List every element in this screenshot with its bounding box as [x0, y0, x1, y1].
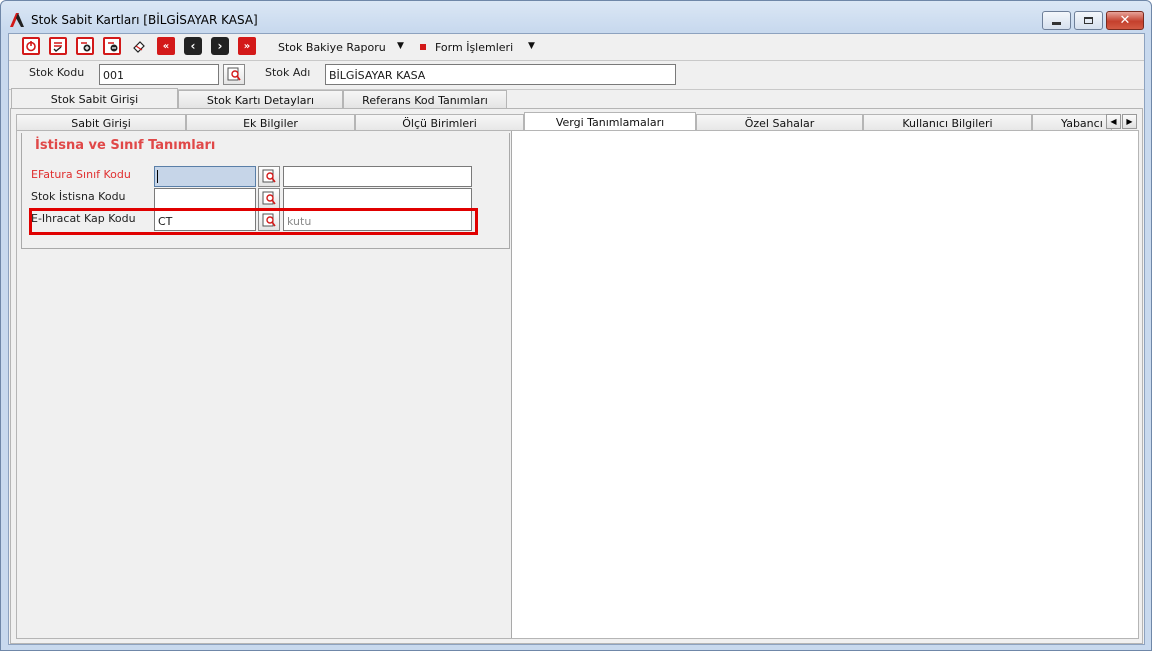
delete-record-icon — [108, 42, 118, 52]
power-icon — [26, 41, 36, 52]
efatura-sinif-kodu-lookup-button[interactable] — [258, 166, 280, 187]
highlight-frame — [29, 208, 478, 235]
arrow-left-icon: ◀ — [1110, 117, 1117, 126]
efatura-sinif-kodu-label: EFatura Sınıf Kodu — [31, 168, 131, 181]
tab-referans-kod-tanimlari[interactable]: Referans Kod Tanımları — [343, 90, 507, 108]
group-title: İstisna ve Sınıf Tanımları — [35, 138, 216, 153]
close-icon: ✕ — [1119, 13, 1131, 28]
tab-yabanci-dil[interactable]: Yabancı Dil — [1032, 114, 1112, 131]
tab-olcu-birimleri[interactable]: Ölçü Birimleri — [355, 114, 524, 131]
stok-istisna-kodu-input[interactable] — [154, 188, 256, 209]
left-pane: İstisna ve Sınıf Tanımları EFatura Sınıf… — [17, 131, 512, 638]
chevron-down-icon[interactable]: ▼ — [528, 41, 535, 51]
istisna-group: İstisna ve Sınıf Tanımları EFatura Sınıf… — [21, 133, 510, 249]
maximize-button[interactable] — [1074, 11, 1103, 30]
sub-tabs: Sabit Girişi Ek Bilgiler Ölçü Birimleri … — [16, 112, 1142, 132]
chevron-down-icon[interactable]: ▼ — [397, 41, 404, 51]
stok-adi-label: Stok Adı — [265, 66, 311, 79]
toolbar: « ‹ › » Stok Bakiye Raporu ▼ Form İşleml… — [9, 34, 1144, 60]
minimize-icon — [1052, 22, 1061, 25]
first-record-button[interactable]: « — [157, 37, 175, 55]
app-logo-icon — [10, 13, 24, 27]
tab-sabit-girisi[interactable]: Sabit Girişi — [16, 114, 186, 131]
stok-adi-input[interactable]: BİLGİSAYAR KASA — [325, 64, 676, 85]
checklist-button[interactable] — [49, 37, 67, 55]
next-record-icon: › — [217, 39, 223, 53]
tab-stok-karti-detaylari[interactable]: Stok Kartı Detayları — [178, 90, 343, 108]
first-record-icon: « — [162, 40, 170, 52]
search-icon — [262, 191, 276, 205]
next-record-button[interactable]: › — [211, 37, 229, 55]
delete-record-button[interactable] — [103, 37, 121, 55]
close-button[interactable]: ✕ — [1106, 11, 1144, 30]
efatura-sinif-kodu-input[interactable] — [154, 166, 256, 187]
tab-ek-bilgiler[interactable]: Ek Bilgiler — [186, 114, 355, 131]
header-fields: Stok Kodu 001 Stok Adı BİLGİSAYAR KASA — [9, 60, 1144, 90]
power-button[interactable] — [22, 37, 40, 55]
search-icon — [227, 67, 241, 81]
tab-ozel-sahalar[interactable]: Özel Sahalar — [696, 114, 863, 131]
main-tabs: Stok Sabit Girişi Stok Kartı Detayları R… — [9, 88, 1144, 110]
minimize-button[interactable] — [1042, 11, 1071, 30]
stok-istisna-kodu-description — [283, 188, 472, 209]
previous-record-icon: ‹ — [190, 39, 196, 53]
clear-icon — [133, 41, 145, 53]
previous-record-button[interactable]: ‹ — [184, 37, 202, 55]
tab-scroll-right-button[interactable]: ▶ — [1122, 114, 1137, 129]
stok-istisna-kodu-lookup-button[interactable] — [258, 188, 280, 209]
stok-kodu-lookup-button[interactable] — [223, 64, 245, 85]
search-icon — [262, 169, 276, 183]
menu-form-islemleri[interactable]: Form İşlemleri — [435, 41, 513, 54]
checklist-icon — [53, 42, 62, 52]
stok-kodu-input[interactable]: 001 — [99, 64, 219, 85]
last-record-button[interactable]: » — [238, 37, 256, 55]
efatura-sinif-kodu-description — [283, 166, 472, 187]
text-cursor — [157, 170, 158, 183]
stok-istisna-kodu-label: Stok İstisna Kodu — [31, 190, 126, 203]
client-area: « ‹ › » Stok Bakiye Raporu ▼ Form İşleml… — [8, 33, 1145, 645]
maximize-icon — [1084, 17, 1093, 24]
app-window: Stok Sabit Kartları [BİLGİSAYAR KASA] ✕ — [0, 0, 1152, 651]
menu-stok-bakiye-raporu[interactable]: Stok Bakiye Raporu — [278, 41, 386, 54]
add-record-button[interactable] — [76, 37, 94, 55]
red-square-icon — [420, 44, 426, 50]
tab-kullanici-bilgileri[interactable]: Kullanıcı Bilgileri — [863, 114, 1032, 131]
main-tab-panel: Sabit Girişi Ek Bilgiler Ölçü Birimleri … — [10, 108, 1143, 644]
clear-button[interactable] — [130, 37, 148, 55]
title-bar: Stok Sabit Kartları [BİLGİSAYAR KASA] ✕ — [1, 1, 1151, 33]
window-title: Stok Sabit Kartları [BİLGİSAYAR KASA] — [31, 13, 258, 27]
tab-vergi-tanimlamalari[interactable]: Vergi Tanımlamaları — [524, 112, 696, 132]
stok-kodu-label: Stok Kodu — [29, 66, 85, 79]
add-record-icon — [81, 42, 91, 52]
vergi-tab-panel: İstisna ve Sınıf Tanımları EFatura Sınıf… — [16, 130, 1139, 639]
tab-scroll-left-button[interactable]: ◀ — [1106, 114, 1121, 129]
last-record-icon: » — [243, 40, 251, 52]
arrow-right-icon: ▶ — [1126, 117, 1133, 126]
tab-stok-sabit-girisi[interactable]: Stok Sabit Girişi — [11, 88, 178, 110]
